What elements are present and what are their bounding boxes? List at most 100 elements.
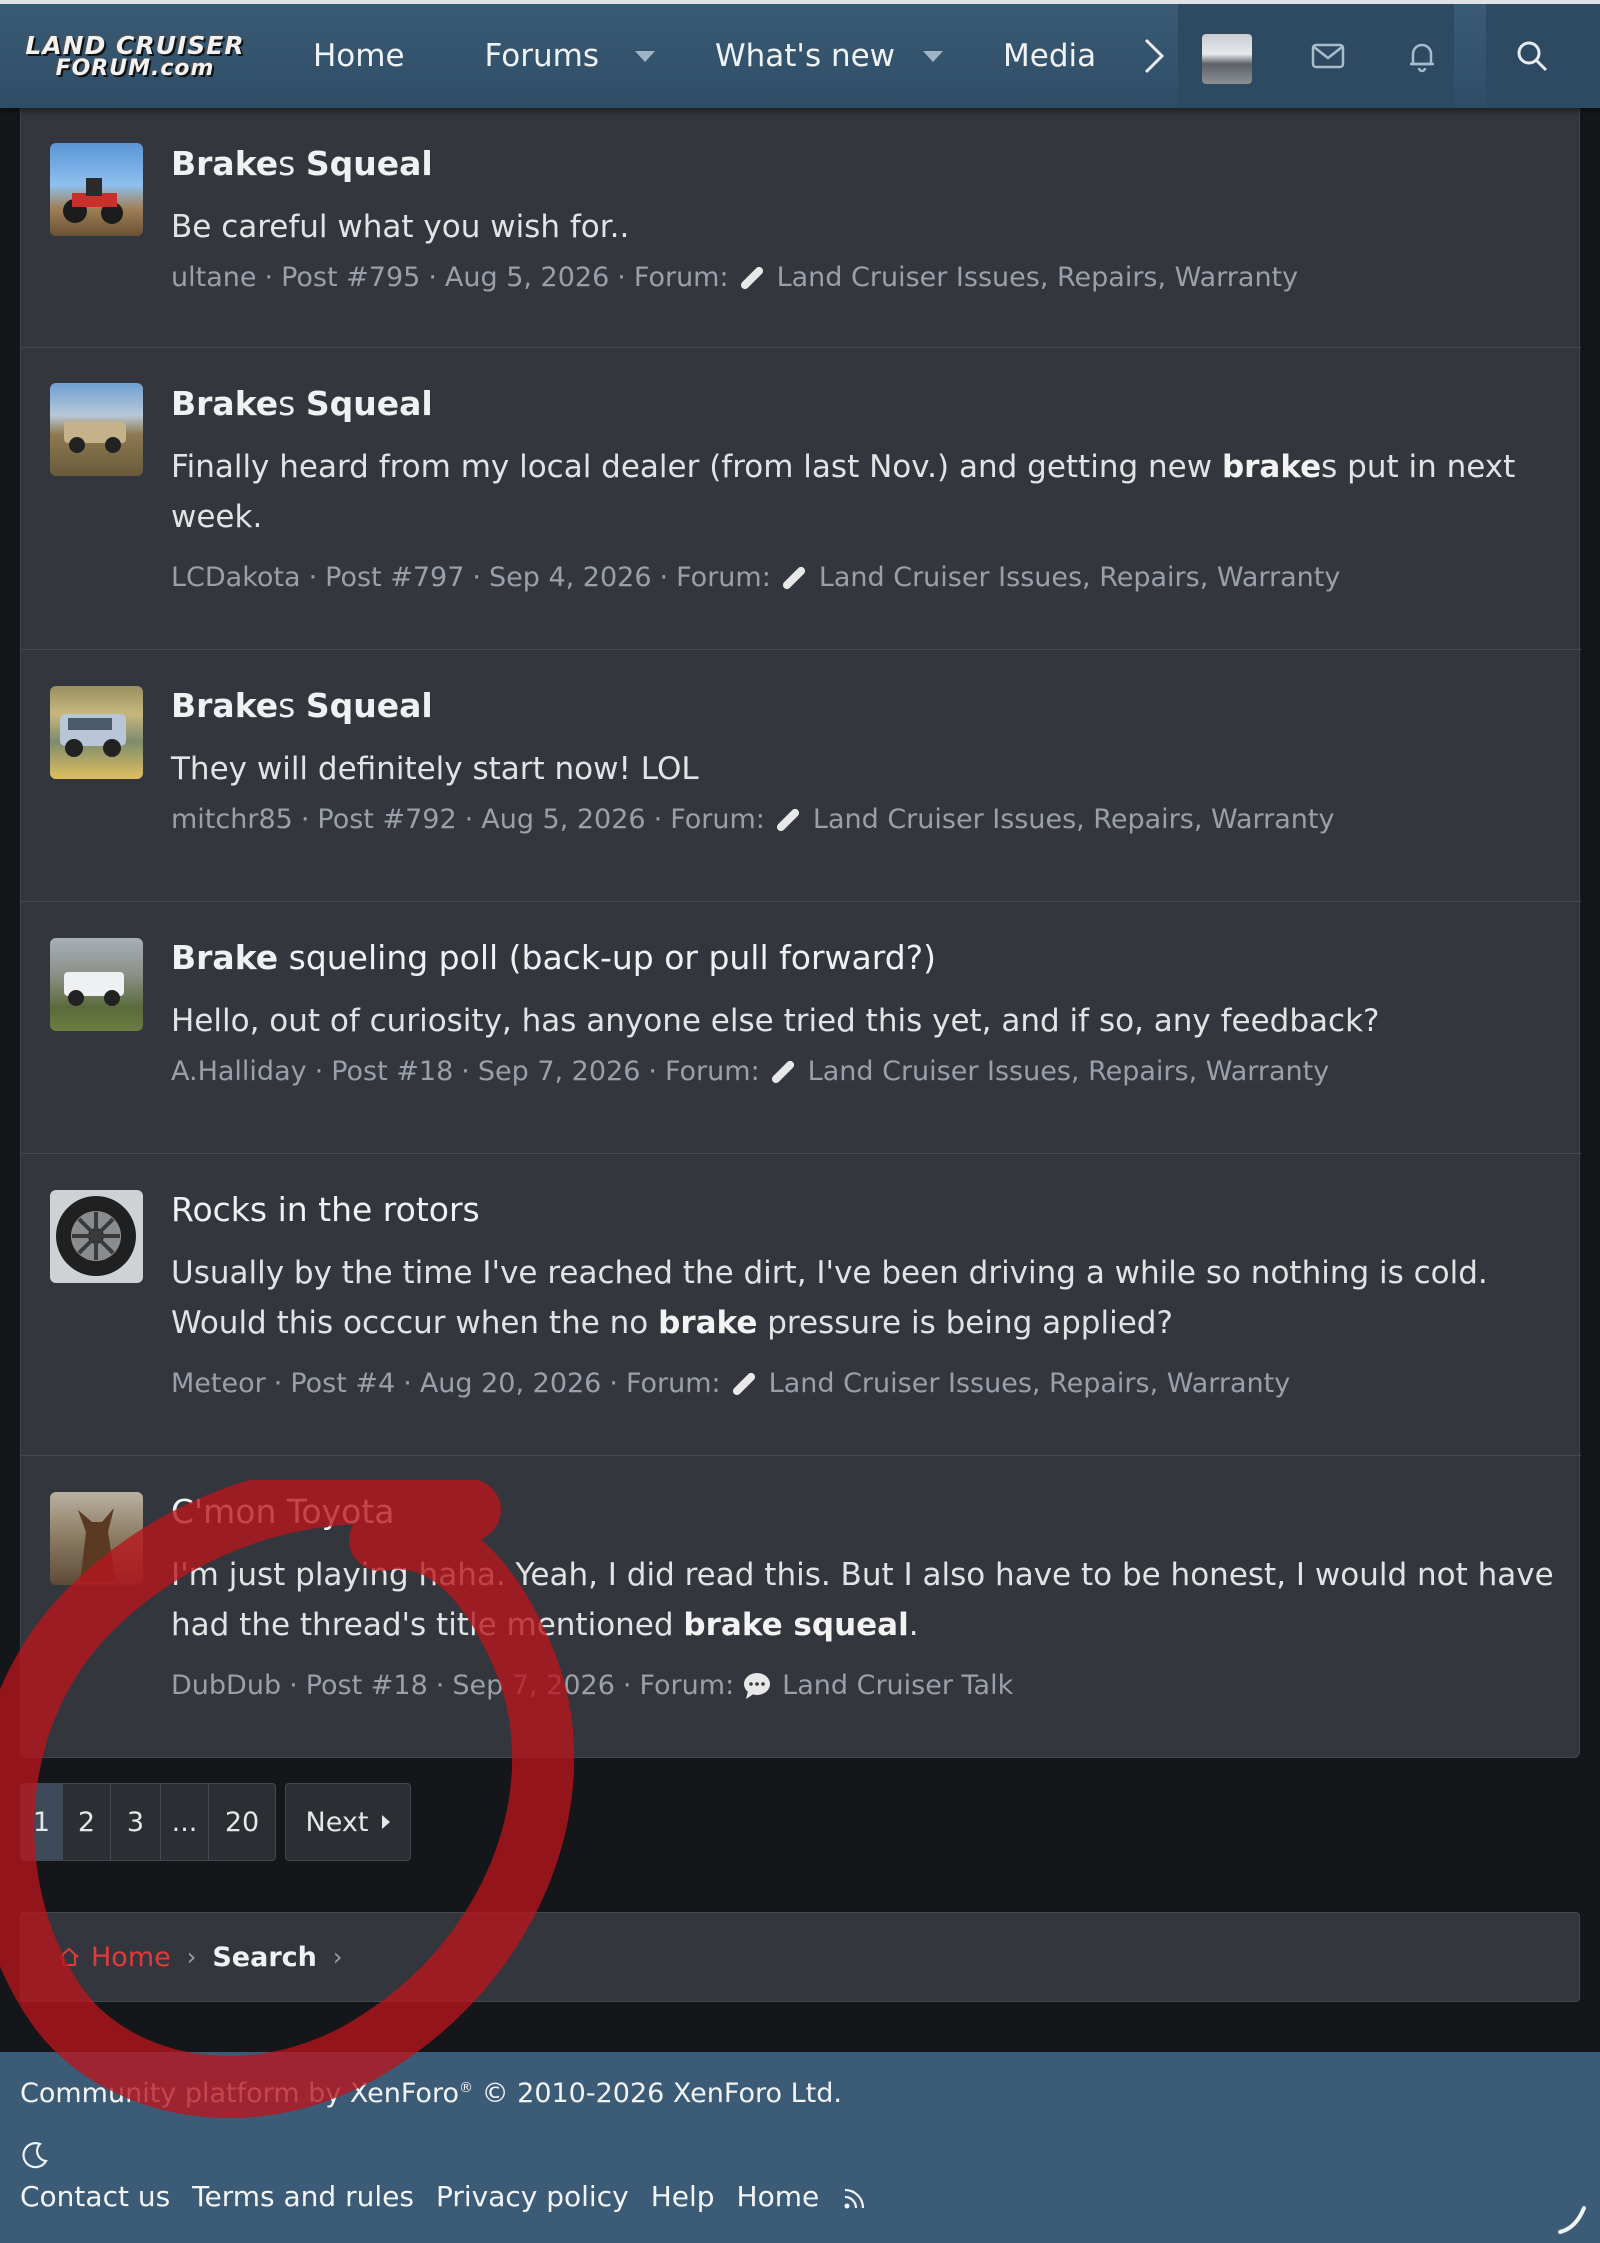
page-label: 2 (77, 1806, 96, 1838)
forums-dropdown-icon[interactable] (634, 50, 655, 62)
forum-label: Forum: (670, 804, 765, 835)
result-forum-link[interactable]: Land Cruiser Issues, Repairs, Warranty (777, 262, 1299, 293)
site-logo[interactable]: LAND CRUISER FORUM.com (0, 4, 270, 108)
copyright-main[interactable]: Community platform by XenForo (20, 2078, 459, 2109)
title-text: s (278, 686, 306, 725)
page-20-button[interactable]: 20 (209, 1784, 275, 1860)
nav-scroll-right-icon[interactable] (1130, 4, 1178, 108)
snippet-text: Hello, out of curiosity, has anyone else… (171, 1003, 1380, 1039)
nav-whats-new[interactable]: What's new (655, 4, 944, 108)
footer-help-link[interactable]: Help (651, 2180, 715, 2213)
title-text: s (278, 144, 306, 183)
result-date: Sep 7, 2026 (477, 1056, 641, 1087)
forum-label: Forum: (676, 562, 771, 593)
search-result: Brake squeling poll (back-up or pull for… (21, 902, 1581, 1154)
page-label: 20 (224, 1806, 260, 1838)
page-2-button[interactable]: 2 (63, 1784, 111, 1860)
result-date: Aug 5, 2026 (444, 262, 610, 293)
forum-label: Forum: (664, 1056, 760, 1087)
bell-icon[interactable] (1404, 38, 1440, 78)
breadcrumb: Home › Search › (20, 1912, 1580, 2002)
snippet-text: Be careful what you wish for.. (171, 209, 630, 245)
footer-privacy-link[interactable]: Privacy policy (436, 2180, 629, 2213)
result-title[interactable]: Brakes Squeal (171, 686, 433, 725)
result-post-number[interactable]: Post #4 (290, 1368, 395, 1399)
result-title[interactable]: Brakes Squeal (171, 144, 433, 183)
result-snippet: Finally heard from my local dealer (from… (171, 442, 1561, 542)
nav-forums[interactable]: Forums (405, 4, 655, 108)
result-author[interactable]: DubDub (171, 1670, 281, 1701)
page-1-button[interactable]: 1 (21, 1784, 63, 1860)
result-author[interactable]: ultane (171, 262, 256, 293)
moon-icon[interactable] (20, 2140, 50, 2174)
scroll-indicator-icon (1556, 2202, 1590, 2240)
avatar[interactable] (50, 686, 143, 779)
result-date: Aug 20, 2026 (419, 1368, 602, 1399)
footer-contact-link[interactable]: Contact us (20, 2180, 170, 2213)
result-title[interactable]: C'mon Toyota (171, 1492, 394, 1531)
result-post-number[interactable]: Post #18 (331, 1056, 453, 1087)
result-forum-link[interactable]: Land Cruiser Issues, Repairs, Warranty (808, 1056, 1330, 1087)
avatar[interactable] (50, 938, 143, 1031)
bandage-icon (732, 1372, 755, 1395)
chevron-right-icon: › (186, 1943, 197, 1971)
logo-line1: LAND CRUISER (25, 30, 245, 60)
result-forum-link[interactable]: Land Cruiser Issues, Repairs, Warranty (813, 804, 1335, 835)
nav-whats-new-label: What's new (714, 38, 896, 74)
snippet-highlight: brake (1221, 449, 1322, 485)
search-result: Brakes Squeal They will definitely start… (21, 650, 1581, 902)
user-avatar[interactable] (1202, 34, 1252, 84)
result-meta: DubDub · Post #18 · Sep 7, 2026 · Forum: La… (171, 1670, 1014, 1701)
breadcrumb-search[interactable]: Search (212, 1942, 317, 1973)
nav-media[interactable]: Media (943, 4, 1096, 108)
result-author[interactable]: mitchr85 (171, 804, 293, 835)
avatar[interactable] (50, 1492, 143, 1585)
registered-mark: ® (458, 2080, 473, 2096)
avatar[interactable] (50, 383, 143, 476)
forum-label: Forum: (633, 262, 729, 293)
result-post-number[interactable]: Post #795 (281, 262, 420, 293)
snippet-text: They will definitely start now! LOL (171, 751, 699, 787)
title-bold: Brake (171, 384, 279, 423)
next-page-button[interactable]: Next (285, 1783, 411, 1861)
result-meta: ultane · Post #795 · Aug 5, 2026 · Forum: L… (171, 262, 1299, 293)
footer-home-link[interactable]: Home (737, 2180, 820, 2213)
page-label: 3 (126, 1806, 145, 1838)
result-snippet: Hello, out of curiosity, has anyone else… (171, 996, 1561, 1046)
forum-label: Forum: (639, 1670, 735, 1701)
result-forum-link[interactable]: Land Cruiser Issues, Repairs, Warranty (819, 562, 1341, 593)
rss-icon[interactable] (841, 2184, 869, 2212)
bandage-icon (740, 266, 763, 289)
bandage-icon (776, 808, 799, 831)
result-title[interactable]: Brakes Squeal (171, 384, 433, 423)
title-bold: Brake (171, 938, 279, 977)
result-title[interactable]: Brake squeling poll (back-up or pull for… (171, 938, 936, 977)
result-author[interactable]: A.Halliday (171, 1056, 307, 1087)
result-post-number[interactable]: Post #797 (325, 562, 464, 593)
page-jump-button[interactable]: ... (161, 1784, 209, 1860)
breadcrumb-home[interactable]: Home (91, 1942, 171, 1973)
result-title[interactable]: Rocks in the rotors (171, 1190, 480, 1229)
title-bold: Squeal (305, 384, 433, 423)
avatar[interactable] (50, 1190, 143, 1283)
snippet-text: . (908, 1607, 919, 1643)
search-icon[interactable] (1514, 38, 1550, 78)
result-author[interactable]: Meteor (171, 1368, 266, 1399)
result-meta: LCDakota · Post #797 · Sep 4, 2026 · Forum:… (171, 562, 1341, 593)
home-icon (59, 1947, 79, 1966)
envelope-icon[interactable] (1310, 38, 1346, 78)
nav-home[interactable]: Home (270, 4, 405, 108)
title-text: s (278, 384, 306, 423)
result-post-number[interactable]: Post #18 (306, 1670, 428, 1701)
play-arrow-icon (382, 1815, 391, 1829)
result-author[interactable]: LCDakota (171, 562, 301, 593)
page-3-button[interactable]: 3 (111, 1784, 161, 1860)
result-forum-link[interactable]: Land Cruiser Talk (782, 1670, 1013, 1701)
top-navbar: LAND CRUISER FORUM.com Home Forums What'… (0, 0, 1600, 108)
result-meta: mitchr85 · Post #792 · Aug 5, 2026 · Forum:… (171, 804, 1335, 835)
result-post-number[interactable]: Post #792 (317, 804, 456, 835)
avatar[interactable] (50, 143, 143, 236)
footer-terms-link[interactable]: Terms and rules (192, 2180, 414, 2213)
whats-new-dropdown-icon[interactable] (923, 50, 944, 62)
result-forum-link[interactable]: Land Cruiser Issues, Repairs, Warranty (769, 1368, 1291, 1399)
